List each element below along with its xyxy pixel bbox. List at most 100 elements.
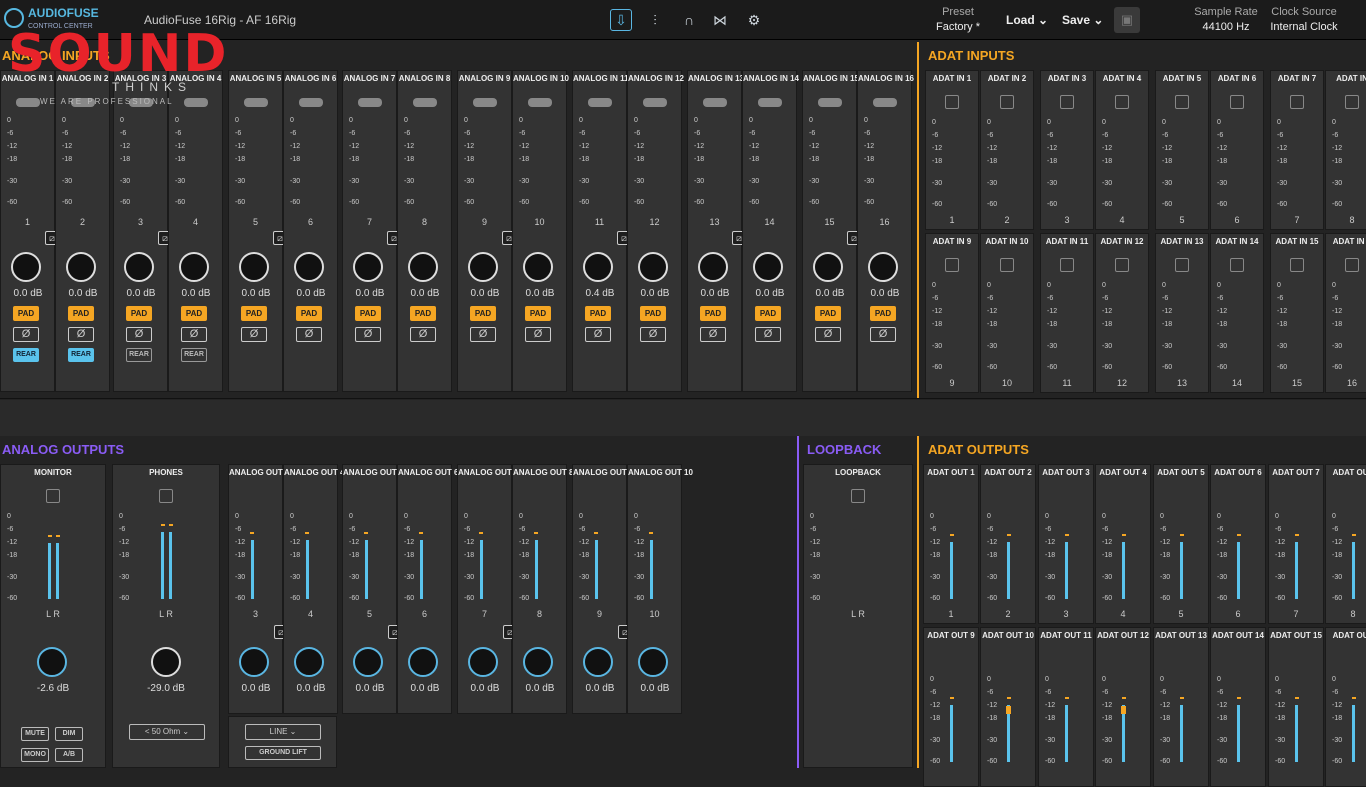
phase-invert-button[interactable]: Ø [241,327,267,342]
mixer-io-icon[interactable]: ⇩ [610,9,632,31]
pad-button[interactable]: PAD [296,306,322,321]
pad-button[interactable]: PAD [700,306,726,321]
gain-knob[interactable] [11,252,41,282]
gain-knob[interactable] [294,252,324,282]
save-menu[interactable]: Save ⌄ [1062,13,1103,27]
load-menu[interactable]: Load ⌄ [1006,13,1048,27]
phase-invert-button[interactable]: Ø [355,327,381,342]
phase-invert-button[interactable]: Ø [700,327,726,342]
pad-button[interactable]: PAD [525,306,551,321]
pad-button[interactable]: PAD [410,306,436,321]
meter-tick-label: -6 [175,130,182,137]
faders-icon[interactable]: ⫶ [644,9,666,31]
monitor-volume-knob[interactable] [37,647,67,677]
rear-input-toggle[interactable]: REAR [13,348,39,362]
phones-volume-knob[interactable] [151,647,181,677]
dim-button[interactable]: DIM [55,727,83,741]
preset-selector[interactable]: Factory * [928,21,988,33]
phase-invert-button[interactable]: Ø [755,327,781,342]
phase-invert-button[interactable]: Ø [181,327,207,342]
level-meter-bar [1352,704,1355,762]
output-level-knob[interactable] [583,647,613,677]
channel-name: ADAT OUT 13 [1155,631,1207,640]
channel-name: ANALOG IN 13 [688,74,745,83]
output-level-knob[interactable] [523,647,553,677]
output-level-knob[interactable] [408,647,438,677]
pad-button[interactable]: PAD [181,306,207,321]
phase-invert-button[interactable]: Ø [296,327,322,342]
channel-name: ANALOG IN 11 [573,74,629,83]
gain-knob[interactable] [868,252,898,282]
rear-input-toggle[interactable]: REAR [181,348,207,362]
channel-number: 6 [307,217,313,227]
phase-invert-button[interactable]: Ø [815,327,841,342]
meter-tick-label: -18 [864,156,875,163]
output-level-knob[interactable] [239,647,269,677]
sample-rate-value[interactable]: 44100 Hz [1194,21,1258,33]
meter-tick-label: -60 [1332,595,1343,602]
phase-invert-button[interactable]: Ø [640,327,666,342]
phase-invert-button[interactable]: Ø [870,327,896,342]
phase-invert-button[interactable]: Ø [470,327,496,342]
pad-button[interactable]: PAD [355,306,381,321]
pad-button[interactable]: PAD [13,306,39,321]
meter-tick-label: -60 [175,199,186,206]
gain-knob[interactable] [583,252,613,282]
output-level-knob[interactable] [353,647,383,677]
channel-strip: ADAT OUT 11 0 -6 -12 -18 -30 -60 [1038,627,1094,787]
meter-tick-label: -6 [464,526,471,533]
meter-tick-label: -6 [464,130,471,137]
routing-icon[interactable]: ⋈ [709,9,731,31]
phase-invert-button[interactable]: Ø [68,327,94,342]
meter-tick-label: -18 [7,156,18,163]
impedance-select[interactable]: < 50 Ohm ⌄ [129,724,205,740]
phase-invert-button[interactable]: Ø [13,327,39,342]
pad-button[interactable]: PAD [126,306,152,321]
phase-invert-button[interactable]: Ø [410,327,436,342]
gain-knob[interactable] [408,252,438,282]
gain-knob[interactable] [66,252,96,282]
pad-button[interactable]: PAD [68,306,94,321]
ground-lift-button[interactable]: GROUND LIFT [245,746,321,760]
gain-value: 0.0 dB [241,288,271,299]
line-level-select[interactable]: LINE ⌄ [245,724,321,740]
output-level-value: 0.0 dB [241,683,271,694]
gain-value: 0.0 dB [640,288,670,299]
settings-icon[interactable]: ⚙ [743,9,765,31]
phase-invert-button[interactable]: Ø [585,327,611,342]
pad-button[interactable]: PAD [815,306,841,321]
pad-button[interactable]: PAD [755,306,781,321]
gain-knob[interactable] [124,252,154,282]
headphones-icon[interactable]: ∩ [678,9,700,31]
pad-button[interactable]: PAD [870,306,896,321]
phase-invert-button[interactable]: Ø [525,327,551,342]
gain-knob[interactable] [353,252,383,282]
rear-input-toggle[interactable]: REAR [126,348,152,362]
gain-knob[interactable] [753,252,783,282]
gain-knob[interactable] [239,252,269,282]
pad-button[interactable]: PAD [585,306,611,321]
phase-invert-button[interactable]: Ø [126,327,152,342]
ab-button[interactable]: A/B [55,748,83,762]
gain-knob[interactable] [523,252,553,282]
pad-button[interactable]: PAD [241,306,267,321]
gain-knob[interactable] [698,252,728,282]
gain-knob[interactable] [638,252,668,282]
pad-button[interactable]: PAD [640,306,666,321]
clock-source-value[interactable]: Internal Clock [1268,21,1340,33]
level-meter-bar [1352,541,1355,599]
output-level-knob[interactable] [638,647,668,677]
gain-knob[interactable] [179,252,209,282]
output-level-knob[interactable] [294,647,324,677]
rear-input-toggle[interactable]: REAR [68,348,94,362]
output-level-value: 0.0 dB [296,683,326,694]
meter-tick-label: 0 [1102,513,1106,520]
mute-button[interactable]: MUTE [21,727,49,741]
gain-knob[interactable] [468,252,498,282]
pad-button[interactable]: PAD [470,306,496,321]
channel-number: 8 [421,217,427,227]
mono-button[interactable]: MONO [21,748,49,762]
save-disk-icon[interactable]: ▣ [1114,7,1140,33]
gain-knob[interactable] [813,252,843,282]
output-level-knob[interactable] [468,647,498,677]
